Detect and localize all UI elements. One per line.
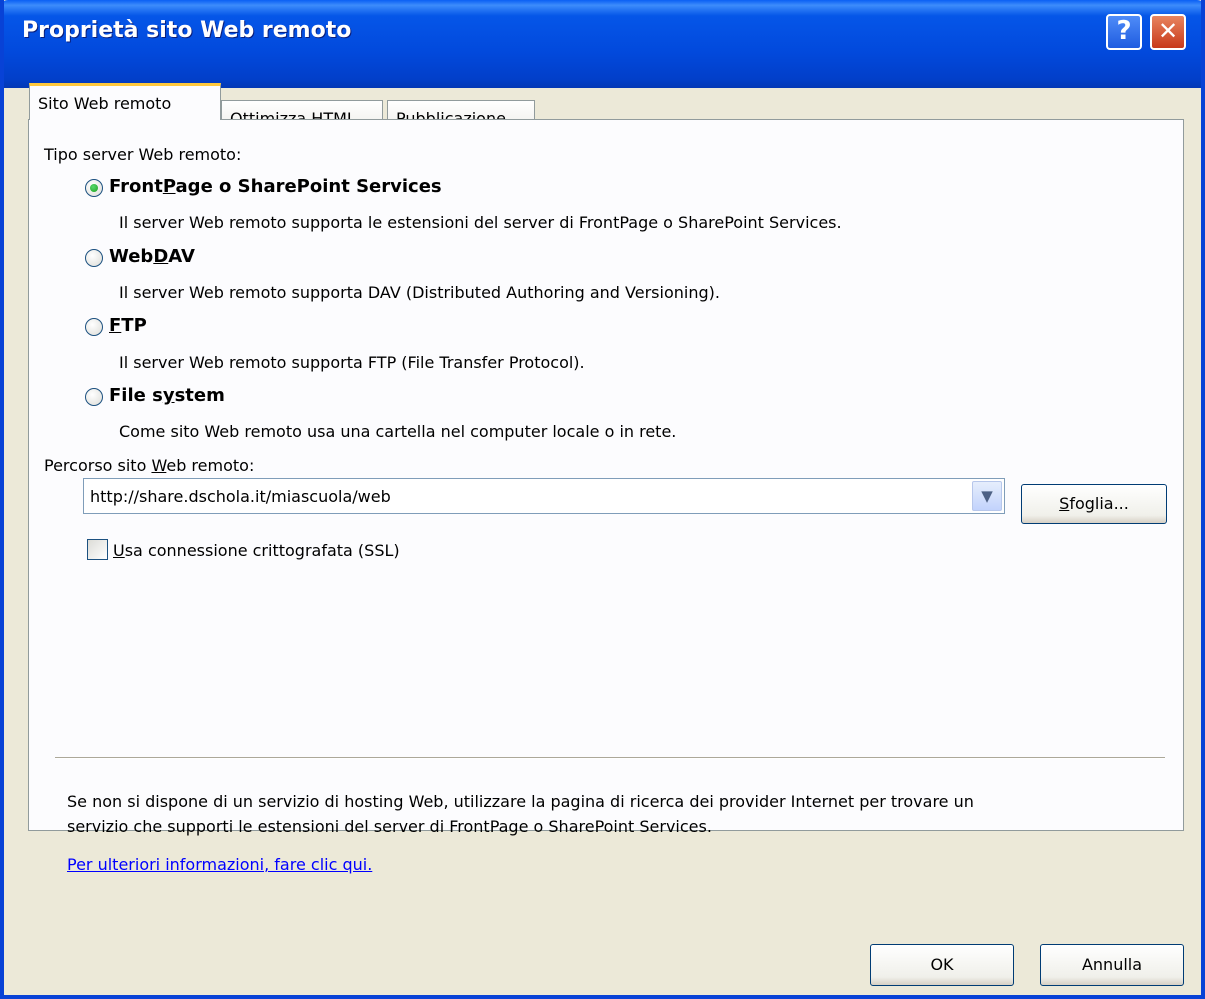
option-file-system-label[interactable]: File system [109,385,225,406]
option-file-system-description: Come sito Web remoto usa una cartella ne… [119,422,677,441]
help-button[interactable]: ? [1106,14,1142,50]
more-info-link[interactable]: Per ulteriori informazioni, fare clic qu… [67,855,372,874]
radio-webdav[interactable] [85,249,103,267]
radio-selected-dot [90,184,98,192]
window-title: Proprietà sito Web remoto [22,18,352,43]
info-text-line2: servizio che supporti le estensioni del … [67,817,712,836]
browse-button[interactable]: Sfoglia... [1021,484,1167,524]
close-button[interactable]: ✕ [1150,14,1186,50]
option-webdav-label[interactable]: WebDAV [109,246,195,267]
separator [55,757,1165,759]
radio-frontpage[interactable] [85,179,103,197]
option-ftp-description: Il server Web remoto supporta FTP (File … [119,353,585,372]
cancel-button[interactable]: Annulla [1040,944,1184,986]
ok-button[interactable]: OK [870,944,1014,986]
tab-panel: Tipo server Web remoto: FrontPage o Shar… [28,119,1184,874]
option-frontpage-description: Il server Web remoto supporta le estensi… [119,213,842,232]
option-webdav-description: Il server Web remoto supporta DAV (Distr… [119,283,720,302]
server-type-label: Tipo server Web remoto: [44,145,242,164]
tab-sito-web-remoto[interactable]: Sito Web remoto [29,83,221,120]
path-label: Percorso sito Web remoto: [44,456,255,475]
ssl-label[interactable]: Usa connessione crittografata (SSL) [113,541,400,560]
chevron-down-icon[interactable]: ▼ [972,481,1002,511]
tab-label: Sito Web remoto [38,94,172,113]
dialog-window: Proprietà sito Web remoto ? ✕ Sito Web r… [0,0,1205,999]
option-ftp-label[interactable]: FTP [109,315,147,336]
ssl-checkbox[interactable] [87,539,108,560]
radio-ftp[interactable] [85,318,103,336]
title-bar[interactable]: Proprietà sito Web remoto ? ✕ [4,0,1201,88]
path-input[interactable]: http://share.dschola.it/miascuola/web [90,487,391,506]
option-frontpage-label[interactable]: FrontPage o SharePoint Services [109,176,442,197]
path-combobox[interactable]: http://share.dschola.it/miascuola/web ▼ [83,478,1005,514]
radio-file-system[interactable] [85,388,103,406]
info-text-line1: Se non si dispone di un servizio di host… [67,792,974,811]
